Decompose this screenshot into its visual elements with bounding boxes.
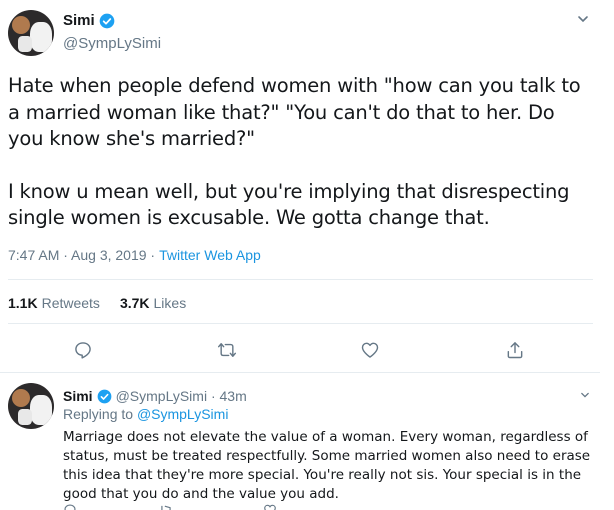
reply-icon[interactable] <box>73 340 93 360</box>
share-icon[interactable] <box>505 340 525 360</box>
replying-to: Replying to @SympLySimi <box>63 406 228 422</box>
retweet-icon[interactable] <box>159 503 173 510</box>
likes-count[interactable]: 3.7K <box>120 295 150 311</box>
like-icon[interactable] <box>263 503 277 510</box>
tweet-text: Hate when people defend women with "how … <box>8 73 593 232</box>
author-name-row[interactable]: Simi <box>63 12 115 29</box>
verified-badge-icon <box>97 389 111 403</box>
retweet-icon[interactable] <box>217 340 237 360</box>
tweet-actions <box>0 338 600 360</box>
display-name[interactable]: Simi <box>63 388 93 404</box>
chevron-down-icon[interactable] <box>580 391 590 399</box>
verified-badge-icon <box>99 13 115 28</box>
replying-prefix: Replying to <box>63 406 134 422</box>
tweet-paragraph: Hate when people defend women with "how … <box>8 74 587 150</box>
tweet-timestamp[interactable]: 7:47 AM · Aug 3, 2019 · <box>8 247 155 263</box>
display-name[interactable]: Simi <box>63 12 95 29</box>
reply-actions <box>63 503 463 510</box>
retweets-label[interactable]: Retweets <box>42 295 100 311</box>
divider <box>8 323 593 324</box>
replying-to-link[interactable]: @SympLySimi <box>137 406 229 422</box>
retweets-count[interactable]: 1.1K <box>8 295 38 311</box>
avatar[interactable] <box>8 10 54 56</box>
reply-icon[interactable] <box>63 503 77 510</box>
chevron-down-icon[interactable] <box>577 14 589 24</box>
engagement-stats: 1.1K Retweets 3.7K Likes <box>8 295 206 311</box>
handle[interactable]: @SympLySimi <box>63 35 161 52</box>
avatar[interactable] <box>8 383 54 429</box>
divider <box>8 279 593 280</box>
reply-text: Marriage does not elevate the value of a… <box>63 429 591 502</box>
like-icon[interactable] <box>360 340 380 360</box>
handle-timestamp[interactable]: @SympLySimi · 43m <box>116 388 247 404</box>
reply-header: Simi @SympLySimi · 43m <box>63 388 247 404</box>
likes-label[interactable]: Likes <box>154 295 187 311</box>
main-tweet: Simi @SympLySimi Hate when people defend… <box>0 0 600 372</box>
source-app-link[interactable]: Twitter Web App <box>159 247 261 263</box>
tweet-meta: 7:47 AM · Aug 3, 2019 · Twitter Web App <box>8 247 261 263</box>
tweet-paragraph: I know u mean well, but you're implying … <box>8 179 576 230</box>
